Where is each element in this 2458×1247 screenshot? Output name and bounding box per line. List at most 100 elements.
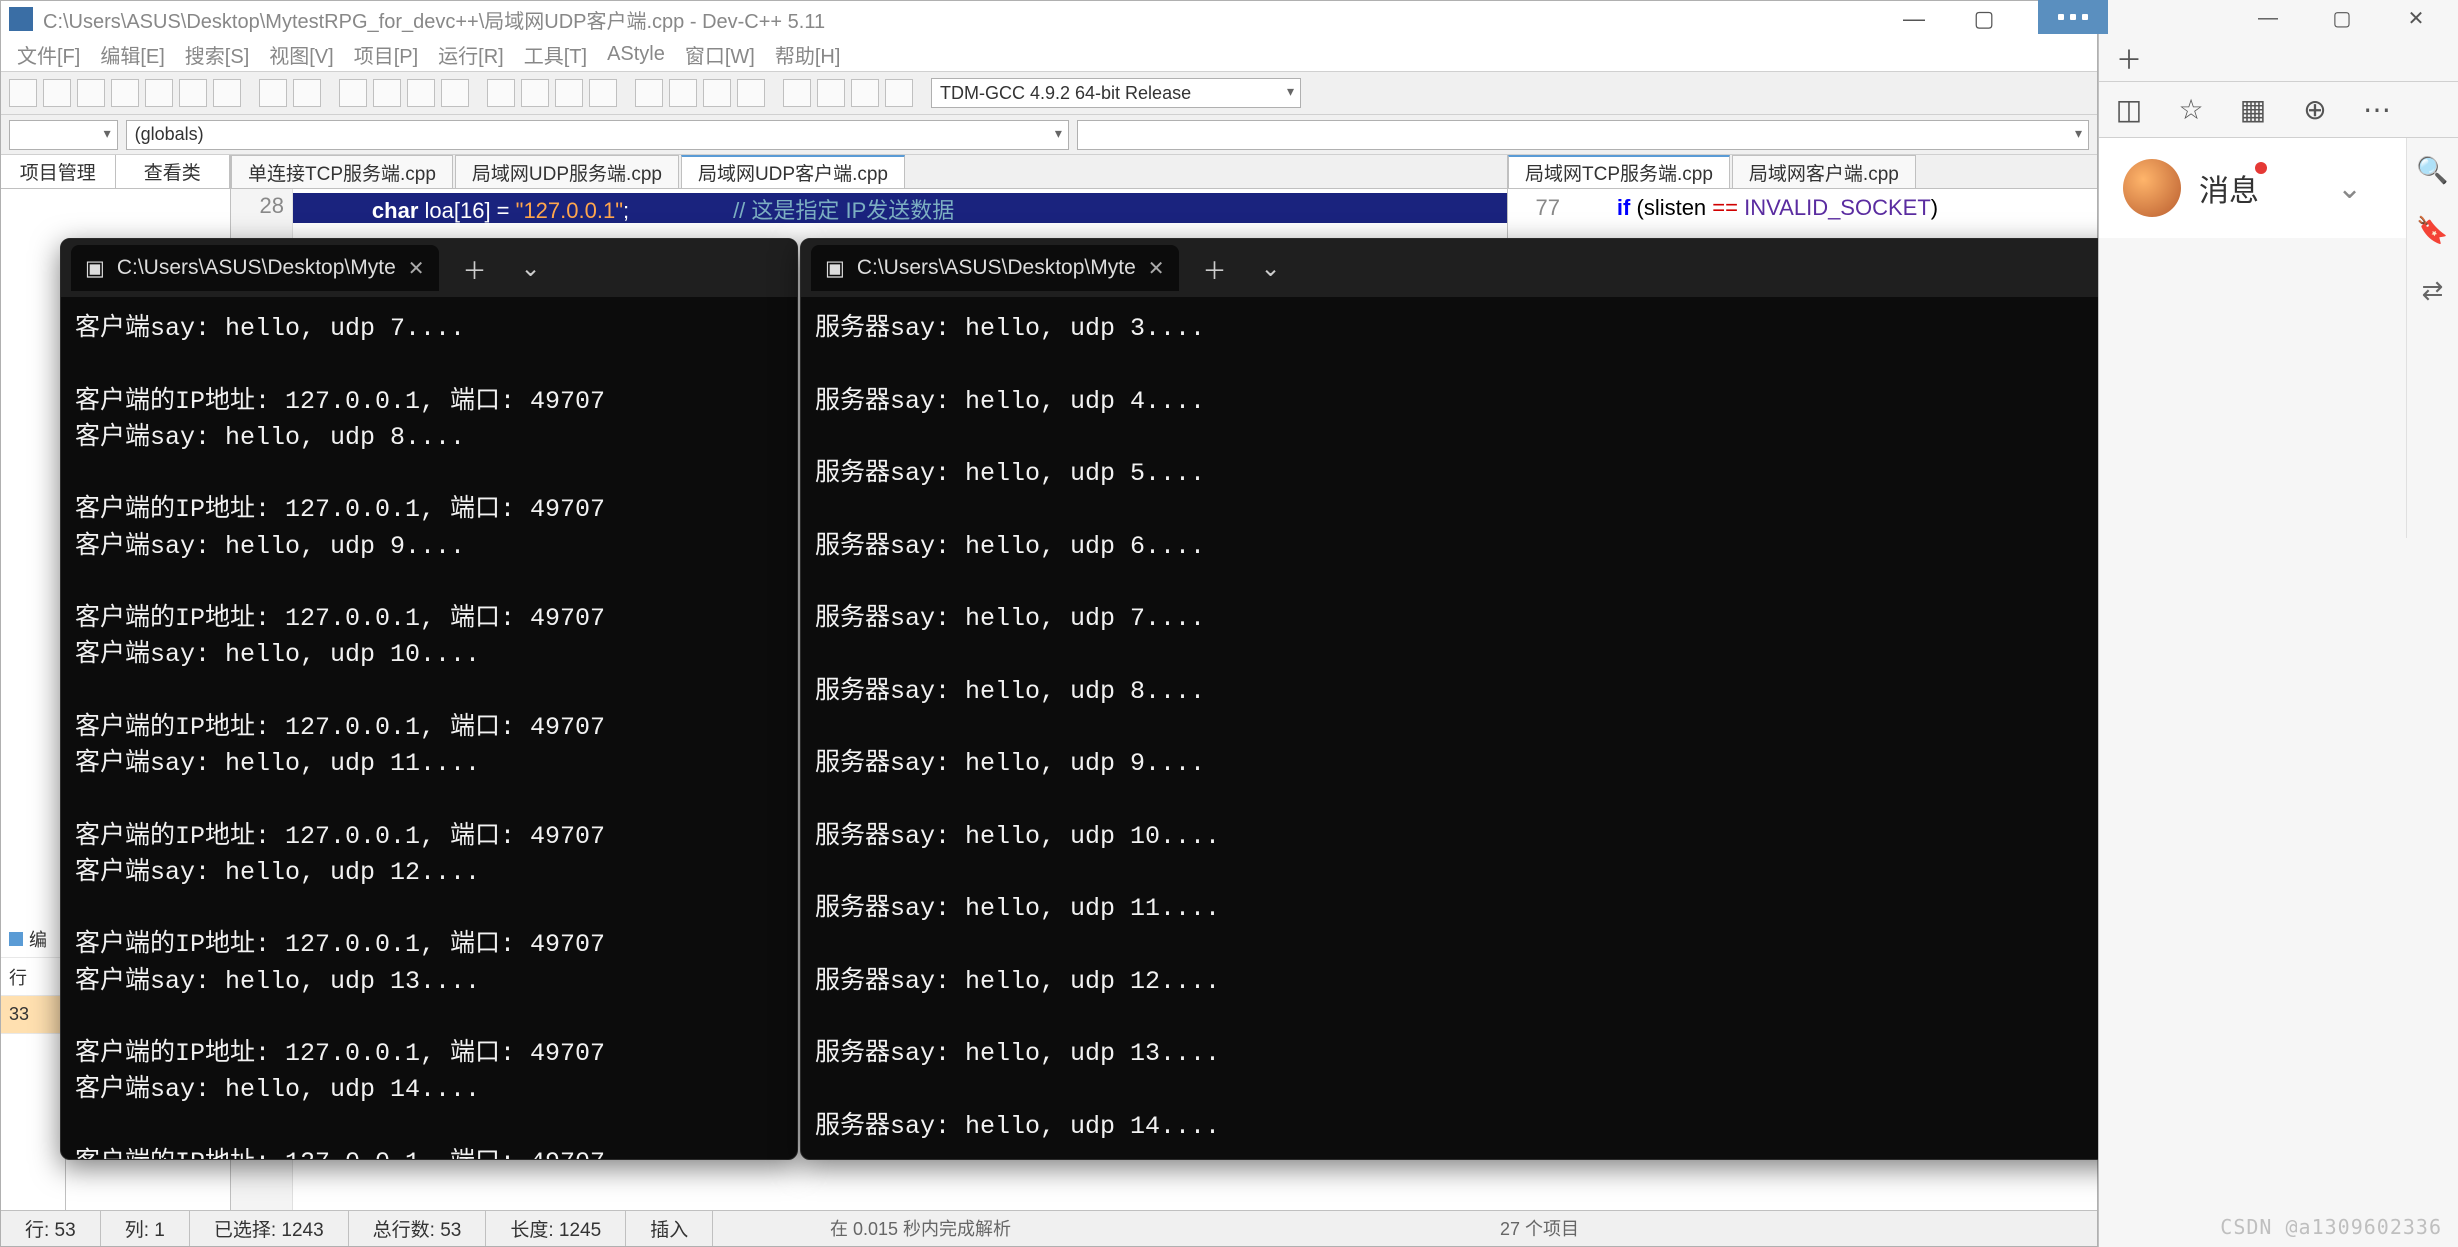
edge-tabbar[interactable]: ＋ — [2099, 36, 2458, 82]
tb-replace-icon[interactable] — [373, 79, 401, 107]
tb-undo-icon[interactable] — [259, 79, 287, 107]
maximize-icon[interactable]: ▢ — [1949, 1, 2019, 37]
maximize-icon[interactable]: ▢ — [2306, 0, 2378, 36]
terminal-client-window[interactable]: ▣ C:\Users\ASUS\Desktop\Myte ✕ ＋ ⌄ 客户端sa… — [60, 238, 798, 1160]
tb-stop-icon[interactable] — [669, 79, 697, 107]
bottom-tab-compile[interactable]: 编 — [1, 920, 65, 958]
menu-run[interactable]: 运行[R] — [430, 36, 512, 73]
editor-tab-2[interactable]: 局域网UDP客户端.cpp — [681, 155, 905, 188]
edge-window[interactable]: — ▢ ✕ ＋ ◫ ☆ ▦ ⊕ ⋯ 消息 ⌄ 🔍 🔖 ⇄ — [2098, 0, 2458, 1247]
tb-redo-icon[interactable] — [293, 79, 321, 107]
tb-run-icon[interactable] — [521, 79, 549, 107]
tb-print-icon[interactable] — [213, 79, 241, 107]
bottom-tab-resources[interactable]: 行 — [1, 958, 65, 996]
menu-help[interactable]: 帮助[H] — [767, 36, 849, 73]
new-tab-icon[interactable]: ＋ — [453, 251, 497, 286]
menu-tools[interactable]: 工具[T] — [516, 36, 595, 73]
devcpp-toolbar: TDM-GCC 4.9.2 64-bit Release — [1, 71, 2097, 115]
menu-search[interactable]: 搜索[S] — [177, 36, 257, 73]
terminal-client-output[interactable]: 客户端say: hello, udp 7.... 客户端的IP地址: 127.0… — [61, 297, 797, 1160]
edge-titlebar[interactable]: — ▢ ✕ — [2099, 0, 2458, 36]
status-total: 总行数: 53 — [349, 1211, 487, 1246]
terminal-client-tab[interactable]: ▣ C:\Users\ASUS\Desktop\Myte ✕ — [71, 245, 439, 291]
swap-icon[interactable]: ⇄ — [2417, 274, 2449, 306]
tb-find-icon[interactable] — [339, 79, 367, 107]
favorites-icon[interactable]: ☆ — [2175, 94, 2207, 126]
tab-dropdown-icon[interactable]: ⌄ — [511, 254, 551, 283]
tb-delete-icon[interactable] — [737, 79, 765, 107]
watermark: CSDN @a1309602336 — [2220, 1215, 2442, 1239]
right-tab-1[interactable]: 局域网客户端.cpp — [1732, 155, 1916, 188]
minimize-icon[interactable]: — — [2232, 0, 2304, 36]
side-tab-project[interactable]: 项目管理 — [1, 155, 116, 188]
new-tab-icon[interactable]: ＋ — [2109, 39, 2149, 79]
tb-findfiles-icon[interactable] — [407, 79, 435, 107]
menu-edit[interactable]: 编辑[E] — [92, 36, 172, 73]
tb-debug-icon[interactable] — [635, 79, 663, 107]
nav-combo-1[interactable] — [9, 120, 118, 150]
split-screen-icon[interactable]: ◫ — [2113, 94, 2145, 126]
right-code-line-77[interactable]: if (slisten == INVALID_SOCKET) — [1568, 195, 1938, 225]
tb-x-icon[interactable] — [817, 79, 845, 107]
menu-project[interactable]: 项目[P] — [346, 36, 426, 73]
tb-closeall-icon[interactable] — [179, 79, 207, 107]
chevron-down-icon[interactable]: ⌄ — [2337, 171, 2362, 206]
avatar[interactable] — [2123, 159, 2181, 217]
right-gutter-77: 77 — [1508, 195, 1560, 225]
parse-status: 在 0.015 秒内完成解析 — [830, 1215, 1011, 1241]
tab-close-icon[interactable]: ✕ — [1148, 256, 1165, 281]
editor-tab-0[interactable]: 单连接TCP服务端.cpp — [231, 155, 453, 188]
tb-goto-icon[interactable] — [441, 79, 469, 107]
new-tab-icon[interactable]: ＋ — [1193, 251, 1237, 286]
right-tab-0[interactable]: 局域网TCP服务端.cpp — [1508, 155, 1730, 188]
taskbar-fragment — [2038, 0, 2108, 34]
nav-combo-3[interactable] — [1077, 120, 2089, 150]
menu-view[interactable]: 视图[V] — [261, 36, 341, 73]
tb-chart-icon[interactable] — [851, 79, 879, 107]
menu-astyle[interactable]: AStyle — [599, 39, 673, 70]
terminal-client-tabbar[interactable]: ▣ C:\Users\ASUS\Desktop\Myte ✕ ＋ ⌄ — [61, 239, 797, 297]
bottom-tabs: 编 行 33 — [1, 920, 66, 1210]
tab-close-icon[interactable]: ✕ — [408, 256, 425, 281]
gutter-28: 28 — [231, 193, 284, 223]
tb-close-icon[interactable] — [145, 79, 173, 107]
extensions-icon[interactable]: ⊕ — [2299, 94, 2331, 126]
tb-open-icon[interactable] — [43, 79, 71, 107]
messages-label[interactable]: 消息 — [2199, 166, 2259, 210]
devcpp-app-icon — [9, 7, 33, 31]
editor-tab-1[interactable]: 局域网UDP服务端.cpp — [455, 155, 679, 188]
tb-profile-icon[interactable] — [703, 79, 731, 107]
tb-compilerun-icon[interactable] — [555, 79, 583, 107]
tb-tools-icon[interactable] — [885, 79, 913, 107]
status-col: 列: 1 — [101, 1211, 190, 1246]
tb-new-icon[interactable] — [9, 79, 37, 107]
terminal-icon: ▣ — [85, 256, 105, 281]
bottom-tab-33[interactable]: 33 — [1, 996, 65, 1034]
tb-rebuild-icon[interactable] — [589, 79, 617, 107]
minimize-icon[interactable]: — — [1879, 1, 1949, 37]
side-tab-class[interactable]: 查看类 — [116, 155, 231, 188]
terminal-server-tab-title: C:\Users\ASUS\Desktop\Myte — [857, 256, 1136, 280]
devcpp-menubar: 文件[F] 编辑[E] 搜索[S] 视图[V] 项目[P] 运行[R] 工具[T… — [1, 37, 2097, 71]
terminal-server-tab[interactable]: ▣ C:\Users\ASUS\Desktop\Myte ✕ — [811, 245, 1179, 291]
menu-file[interactable]: 文件[F] — [9, 36, 88, 73]
tb-saveall-icon[interactable] — [111, 79, 139, 107]
collections-icon[interactable]: ▦ — [2237, 94, 2269, 126]
close-icon[interactable]: ✕ — [2380, 0, 2452, 36]
edge-toolbar: ◫ ☆ ▦ ⊕ ⋯ — [2099, 82, 2458, 138]
menu-window[interactable]: 窗口[W] — [677, 36, 763, 73]
tb-save-icon[interactable] — [77, 79, 105, 107]
devcpp-statusbar: 行: 53 列: 1 已选择: 1243 总行数: 53 长度: 1245 插入 — [1, 1210, 2097, 1246]
tab-dropdown-icon[interactable]: ⌄ — [1251, 254, 1291, 283]
devcpp-nav-combos: (globals) — [1, 115, 2097, 155]
tb-compile-icon[interactable] — [487, 79, 515, 107]
search-icon[interactable]: 🔍 — [2417, 154, 2449, 186]
compiler-select[interactable]: TDM-GCC 4.9.2 64-bit Release — [931, 78, 1301, 108]
bookmark-icon[interactable]: 🔖 — [2417, 214, 2449, 246]
devcpp-titlebar[interactable]: C:\Users\ASUS\Desktop\MytestRPG_for_devc… — [1, 1, 2097, 37]
tb-check-icon[interactable] — [783, 79, 811, 107]
nav-combo-globals[interactable]: (globals) — [126, 120, 1069, 150]
edge-sidebar: 🔍 🔖 ⇄ — [2406, 138, 2458, 538]
right-code-editor[interactable]: 77 if (slisten == INVALID_SOCKET) — [1508, 189, 2097, 225]
settings-menu-icon[interactable]: ⋯ — [2361, 94, 2393, 126]
